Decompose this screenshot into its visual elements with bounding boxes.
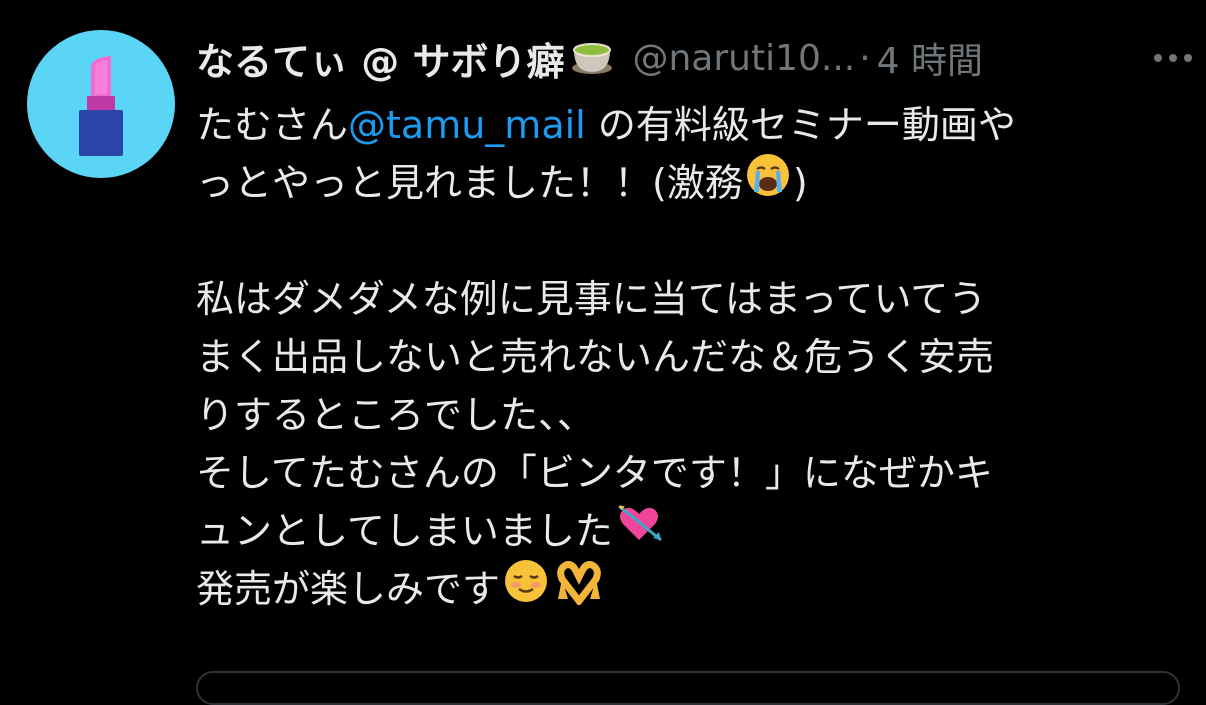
smiling-face-icon — [502, 557, 550, 621]
more-options-icon[interactable] — [1148, 44, 1198, 72]
mention-link[interactable]: @tamu_mail — [348, 96, 586, 154]
text-segment: の有料級セミナー動画や — [585, 103, 1016, 147]
text-line-2: っとやっと見れました！！(激務 ) — [196, 154, 1186, 212]
text-line-8: ュンとしてしまいました — [196, 502, 1186, 560]
text-line-1: たむさん @tamu_mail の有料級セミナー動画や — [196, 96, 1186, 154]
tweet[interactable]: なるてぃ @ サボり癖 @naruti10... · 4 時間 たむさん @ta… — [0, 0, 1206, 705]
avatar[interactable] — [27, 30, 175, 178]
separator-dot: · — [859, 37, 871, 79]
tweet-header: なるてぃ @ サボり癖 @naruti10... · 4 時間 — [196, 30, 983, 86]
text-line-5: まく出品しないと売れないんだな＆危うく安売 — [196, 335, 995, 379]
tweet-text: たむさん @tamu_mail の有料級セミナー動画や っとやっと見れました！！… — [196, 96, 1186, 618]
heart-hands-icon — [554, 557, 604, 621]
timestamp[interactable]: 4 時間 — [877, 32, 983, 84]
text-segment: たむさん — [196, 103, 349, 147]
text-line-7: そしてたむさんの「ビンタです！」になぜかキ — [196, 451, 993, 495]
text-line-6: りするところでした、、 — [196, 393, 596, 437]
text-segment: ) — [792, 161, 808, 205]
lipstick-icon — [79, 56, 123, 156]
quoted-card-edge[interactable] — [196, 671, 1180, 705]
display-name[interactable]: なるてぃ @ サボり癖 — [196, 31, 564, 86]
heart-with-arrow-icon — [615, 500, 665, 562]
user-handle[interactable]: @naruti10... — [632, 38, 855, 79]
text-line-4: 私はダメダメな例に見事に当てはまっていてう — [196, 277, 987, 321]
text-line-9: 発売が楽しみです — [196, 560, 1186, 618]
tea-cup-icon — [568, 32, 616, 84]
text-segment: ュンとしてしまいました — [196, 509, 613, 553]
text-segment: 発売が楽しみです — [196, 567, 501, 611]
crying-face-icon — [745, 152, 791, 214]
text-segment: っとやっと見れました！！(激務 — [196, 161, 743, 205]
